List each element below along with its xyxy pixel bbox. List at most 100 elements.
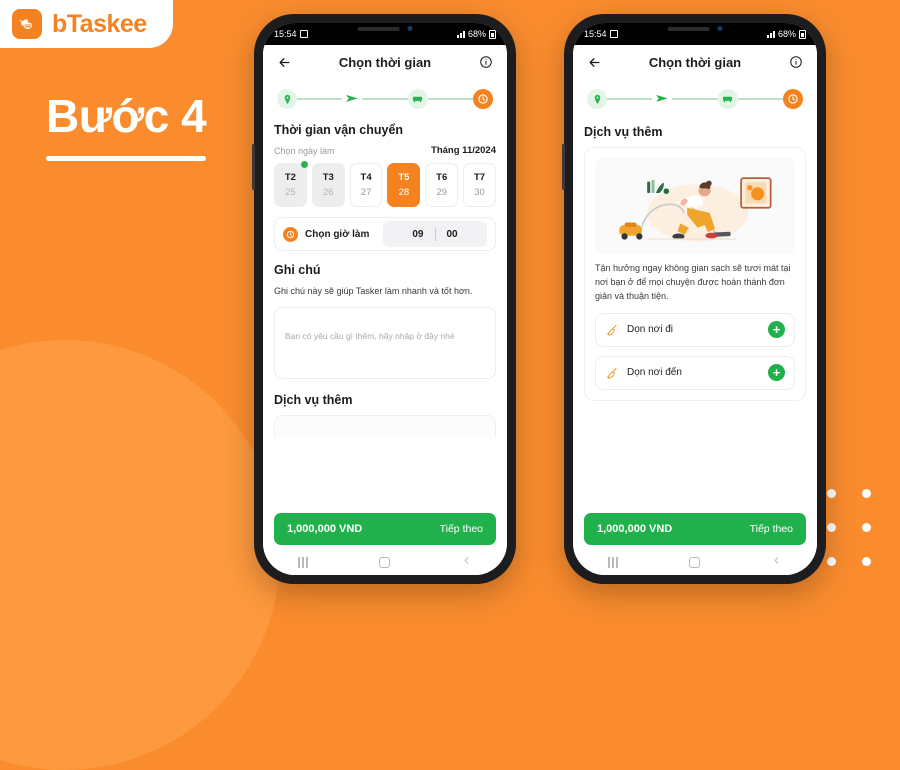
- phone-notch: [357, 26, 413, 31]
- info-circle-icon[interactable]: [786, 52, 806, 72]
- back-icon[interactable]: [461, 553, 472, 571]
- section-title-extra-service: Dịch vụ thêm: [584, 125, 663, 139]
- step-location-pin[interactable]: [587, 89, 607, 109]
- date-chip-number: 27: [360, 187, 372, 198]
- step-clock-active[interactable]: [782, 89, 803, 109]
- next-step-button[interactable]: 1,000,000 VND Tiếp theo: [584, 513, 806, 545]
- service-row-clean-destination[interactable]: Dọn nơi đến +: [595, 355, 795, 390]
- broom-icon: [605, 366, 619, 380]
- date-chip-selected[interactable]: T5 28: [387, 163, 421, 207]
- section-title-note: Ghi chú: [274, 263, 321, 277]
- phone2-content: Dịch vụ thêm Tận hưởng ngay không gian s…: [573, 119, 817, 507]
- brand-logo: bTaskee: [0, 0, 173, 48]
- home-icon[interactable]: [379, 556, 391, 568]
- phone2-cta-bar: 1,000,000 VND Tiếp theo: [573, 507, 817, 549]
- phone2-stepper: [573, 79, 817, 119]
- clock-icon: [283, 226, 298, 242]
- dot: [827, 556, 836, 566]
- section-title-extra-service: Dịch vụ thêm: [274, 393, 353, 408]
- promo-underline: [46, 156, 206, 162]
- date-chip-number: 25: [285, 187, 296, 198]
- date-picker-header: Chọn ngày làm Tháng 11/2024: [274, 145, 496, 156]
- pick-day-label: Chọn ngày làm: [274, 145, 335, 156]
- phone1-status-bar: 15:54 68%: [263, 23, 507, 45]
- brand-name: bTaskee: [52, 9, 147, 38]
- dot: [862, 556, 871, 566]
- battery-percent: 68%: [467, 29, 486, 39]
- plus-icon[interactable]: +: [768, 321, 785, 339]
- date-chip-number: 29: [436, 187, 448, 198]
- next-label: Tiếp theo: [439, 523, 483, 535]
- screenshot-icon: [609, 30, 618, 38]
- availability-badge-dot: [300, 161, 308, 168]
- step-connector: [672, 98, 718, 100]
- date-chip-dow: T2: [284, 172, 296, 183]
- time-value-pill[interactable]: 09 00: [383, 221, 487, 247]
- person-vacuuming-illustration: [595, 158, 795, 254]
- recents-icon[interactable]: [608, 556, 620, 568]
- background-blob: [0, 340, 280, 770]
- next-label: Tiếp theo: [749, 523, 793, 535]
- home-icon[interactable]: [689, 556, 701, 568]
- step-truck[interactable]: [407, 89, 428, 109]
- phone-notch: [667, 26, 723, 31]
- phone1-stepper: [263, 79, 507, 119]
- dot: [862, 488, 871, 498]
- step-paper-plane[interactable]: [652, 89, 672, 109]
- dot: [862, 522, 871, 532]
- promo-step-label: Bước 4: [46, 90, 207, 142]
- battery-icon: [799, 29, 806, 39]
- signal-icon: [766, 30, 775, 38]
- screenshot-icon: [299, 30, 308, 38]
- step-truck[interactable]: [717, 89, 738, 109]
- recents-icon[interactable]: [298, 556, 310, 568]
- page-title: Chọn thời gian: [338, 54, 432, 70]
- service-name: Dọn nơi đi: [627, 324, 674, 336]
- phone2-app-bar: Chọn thời gian: [573, 45, 817, 79]
- time-picker[interactable]: Chọn giờ làm 09 00: [274, 217, 496, 251]
- service-row-clean-origin[interactable]: Dọn nơi đi +: [595, 312, 795, 347]
- date-chip-list: T2 25 T3 26 T4 27 T5 28 T6 29 T7 30: [274, 161, 496, 207]
- date-chip-number: 28: [398, 187, 410, 198]
- total-price: 1,000,000 VND: [597, 523, 673, 535]
- date-chip-dow: T7: [474, 172, 486, 183]
- hour-value: 09: [412, 228, 424, 240]
- speaker-icon: [357, 26, 400, 31]
- battery-icon: [489, 29, 496, 39]
- time-picker-label: Chọn giờ làm: [305, 228, 370, 240]
- phone2-status-bar: 15:54 68%: [573, 23, 817, 45]
- step-location-pin[interactable]: [277, 89, 297, 109]
- date-chip-dow: T6: [436, 172, 448, 183]
- note-input[interactable]: Bạn có yêu cầu gì thêm, hãy nhập ở đây n…: [274, 307, 496, 380]
- phone1-screen: 15:54 68% Chọn thời gian Thời gian vận c…: [263, 23, 507, 575]
- date-chip[interactable]: T4 27: [349, 163, 383, 207]
- page-title: Chọn thời gian: [648, 54, 742, 70]
- phone2-screen: 15:54 68% Chọn thời gian Dịch vụ thêm Tậ…: [573, 23, 817, 575]
- status-time: 15:54: [274, 29, 297, 39]
- step-connector: [427, 98, 473, 100]
- date-chip[interactable]: T3 26: [311, 163, 345, 207]
- back-arrow-icon[interactable]: [274, 52, 294, 72]
- dot: [827, 522, 836, 532]
- date-chip[interactable]: T6 29: [425, 163, 459, 207]
- info-circle-icon[interactable]: [476, 52, 496, 72]
- note-description: Ghi chú này sẽ giúp Tasker làm nhanh và …: [274, 286, 473, 296]
- step-clock-active[interactable]: [472, 89, 493, 109]
- phone1-content: Thời gian vận chuyển Chọn ngày làm Tháng…: [263, 119, 507, 507]
- battery-percent: 68%: [777, 29, 796, 39]
- date-chip-dow: T5: [398, 172, 410, 183]
- phone1-app-bar: Chọn thời gian: [263, 45, 507, 79]
- plus-icon[interactable]: +: [768, 364, 785, 382]
- date-chip[interactable]: T2 25: [274, 161, 308, 207]
- date-chip[interactable]: T7 30: [463, 163, 496, 207]
- extra-service-card-peek[interactable]: [274, 415, 496, 438]
- back-arrow-icon[interactable]: [584, 52, 604, 72]
- extra-service-card: Tận hưởng ngay không gian sạch sẽ tươi m…: [584, 147, 806, 401]
- date-chip-number: 26: [322, 187, 334, 198]
- phone-mockup-right: 15:54 68% Chọn thời gian Dịch vụ thêm Tậ…: [562, 14, 826, 584]
- step-paper-plane[interactable]: [342, 89, 362, 109]
- back-icon[interactable]: [771, 553, 782, 571]
- signal-icon: [456, 30, 465, 38]
- next-step-button[interactable]: 1,000,000 VND Tiếp theo: [274, 513, 496, 545]
- camera-icon: [407, 26, 413, 31]
